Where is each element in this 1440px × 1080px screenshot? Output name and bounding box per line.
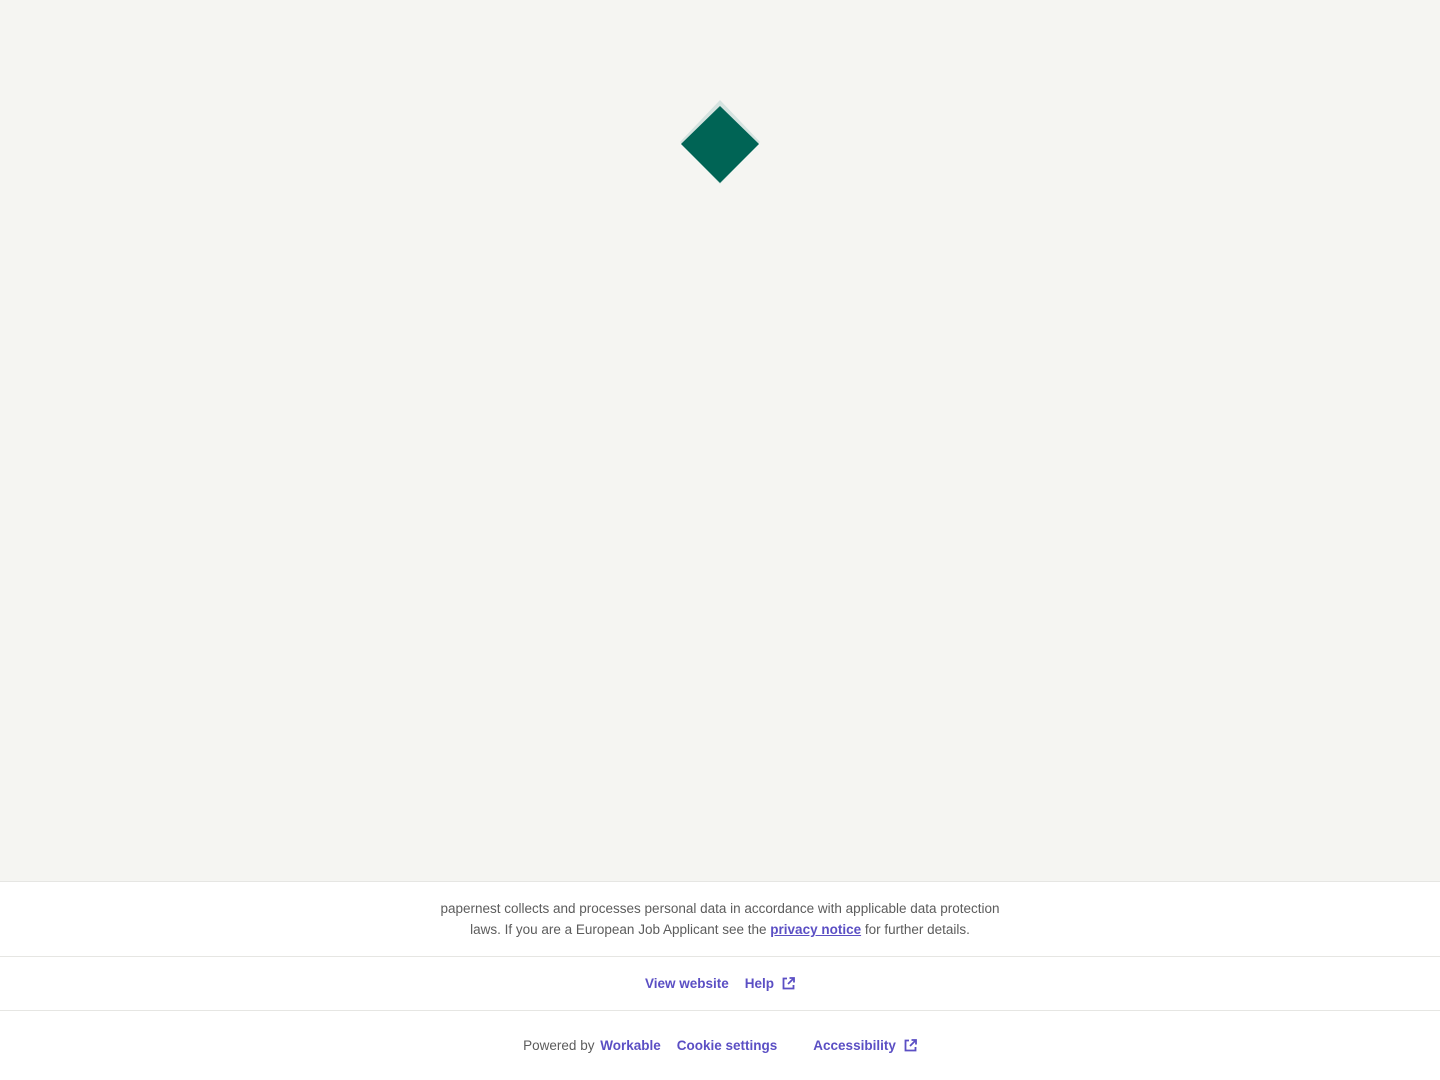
privacy-notice-section: papernest collects and processes persona… — [0, 882, 1440, 957]
cookie-settings-label: Cookie settings — [676, 1037, 778, 1053]
help-link[interactable]: Help — [745, 976, 795, 991]
workable-link[interactable]: Workable — [600, 1038, 661, 1053]
footer: papernest collects and processes persona… — [0, 881, 1440, 1080]
powered-by-section: Powered by Workable Cookie settings Acce… — [0, 1011, 1440, 1079]
help-label: Help — [744, 976, 775, 991]
privacy-notice-link[interactable]: privacy notice — [770, 922, 861, 937]
powered-by-text: Powered by Workable — [523, 1038, 661, 1053]
accessibility-link[interactable]: Accessibility — [813, 1038, 917, 1053]
privacy-text-after: for further details. — [861, 922, 970, 937]
view-website-label: View website — [644, 976, 729, 991]
accessibility-label: Accessibility — [813, 1037, 896, 1053]
external-link-icon — [904, 1038, 917, 1052]
view-website-link[interactable]: View website — [645, 976, 729, 991]
powered-by-label: Powered by — [523, 1037, 595, 1053]
cookie-settings-link[interactable]: Cookie settings — [677, 1038, 778, 1053]
main-content-area — [0, 0, 1440, 881]
diamond-logo-icon — [680, 100, 760, 184]
footer-links: View website Help — [0, 957, 1440, 1011]
external-link-icon — [782, 977, 795, 990]
privacy-text: papernest collects and processes persona… — [430, 898, 1010, 940]
